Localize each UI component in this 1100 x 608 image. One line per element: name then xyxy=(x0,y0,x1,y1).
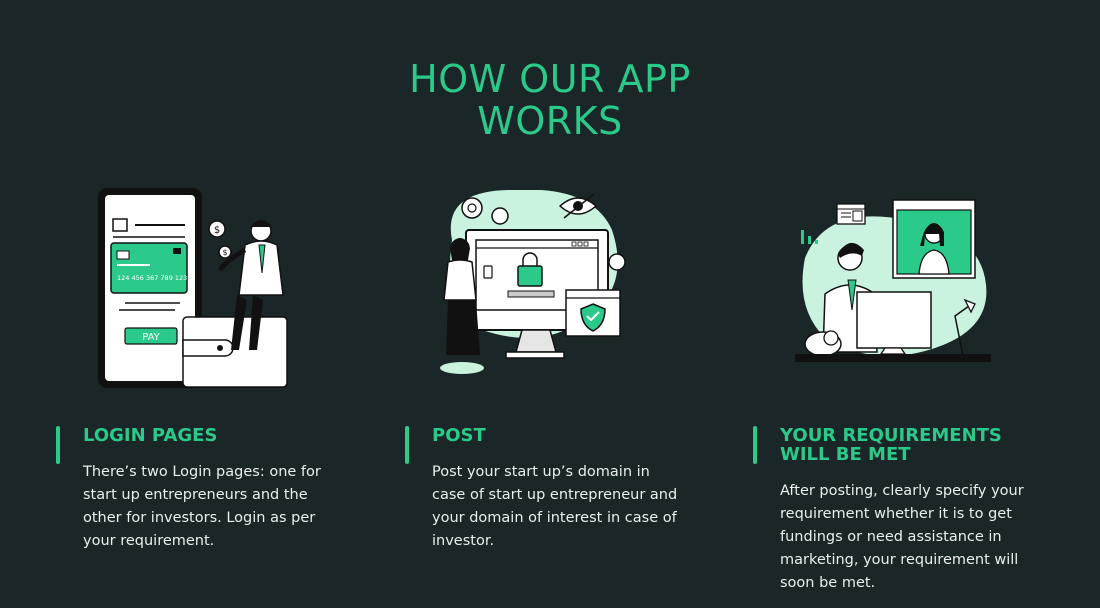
step-heading: POST xyxy=(432,425,486,446)
step-description: After posting, clearly specify your requ… xyxy=(780,483,1024,591)
step-description: There’s two Login pages: one for start u… xyxy=(83,464,321,549)
step-heading: LOGIN PAGES xyxy=(83,425,218,446)
step-card-requirements: YOUR REQUIREMENTS WILL BE MET After post… xyxy=(753,426,1053,601)
step-card-post: POST Post your start up’s domain in case… xyxy=(405,426,695,556)
gear-icon xyxy=(491,207,509,225)
accent-bar xyxy=(753,426,757,464)
step-description: Post your start up’s domain in case of s… xyxy=(432,464,678,549)
monitor xyxy=(856,291,932,349)
step-heading: YOUR REQUIREMENTS WILL BE MET xyxy=(780,426,1040,464)
stats-bars-icon xyxy=(801,230,804,244)
svg-text:$: $ xyxy=(222,248,227,257)
step-heading-line1: YOUR REQUIREMENTS xyxy=(780,425,1002,446)
accent-bar xyxy=(405,426,409,464)
phone-payment-illustration: 124 456 367 789 123 PAY $ $ xyxy=(98,188,288,388)
lock-icon xyxy=(517,265,543,287)
gear-icon xyxy=(608,253,626,271)
video-call-illustration xyxy=(795,199,991,362)
pay-label: PAY xyxy=(142,332,160,343)
gear-icon xyxy=(461,197,483,219)
accent-bar xyxy=(56,426,60,464)
section-title-line1: HOW OUR APP xyxy=(409,57,691,101)
step-card-login: LOGIN PAGES There’s two Login pages: one… xyxy=(56,426,346,556)
section-title-line2: WORKS xyxy=(477,99,623,143)
card-number: 124 456 367 789 123 xyxy=(117,274,187,282)
secure-monitor-illustration xyxy=(440,190,626,374)
step-heading-line2: WILL BE MET xyxy=(780,444,911,465)
svg-text:$: $ xyxy=(214,225,220,236)
section-title: HOW OUR APP WORKS xyxy=(0,58,1100,142)
